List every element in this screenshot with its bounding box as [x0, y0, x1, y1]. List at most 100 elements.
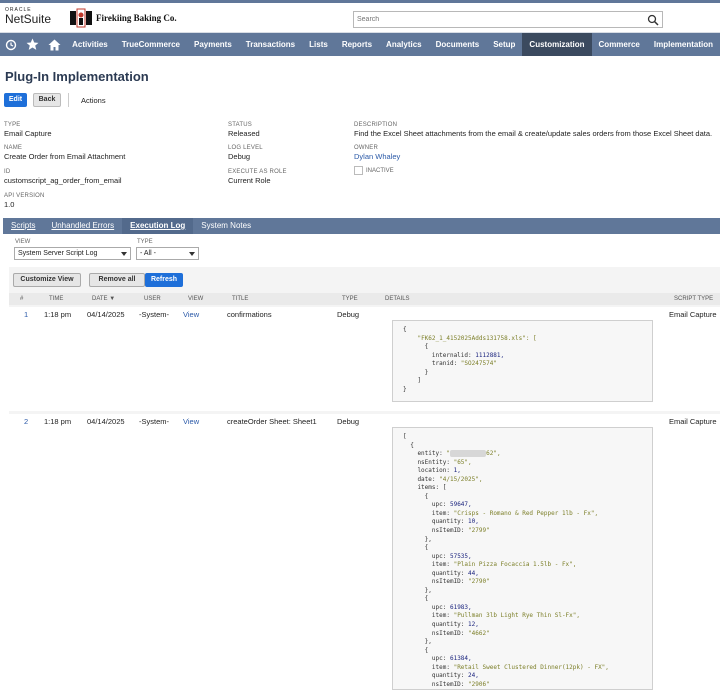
nav-transactions[interactable]: Transactions	[239, 33, 302, 56]
json-quantity: 10,	[468, 518, 479, 526]
owner-link[interactable]: Dylan Whaley	[354, 152, 400, 161]
main-nav: Activities TrueCommerce Payments Transac…	[0, 33, 720, 56]
json-quantity: 44,	[468, 569, 479, 577]
json-internalid: 1112881,	[475, 351, 505, 359]
remove-all-button[interactable]: Remove all	[89, 273, 145, 287]
row-view-link[interactable]: View	[183, 310, 199, 319]
field-owner-label: OWNER	[354, 145, 378, 151]
search-input[interactable]	[354, 12, 634, 27]
field-type-value: Email Capture	[4, 129, 52, 138]
json-nsitemid: "2790"	[468, 578, 490, 586]
nav-commerce[interactable]: Commerce	[592, 33, 647, 56]
json-entity-suffix: 62",	[486, 450, 501, 458]
json-tranid: "SO247574"	[460, 360, 497, 368]
inactive-label: INACTIVE	[366, 167, 394, 174]
col-title[interactable]: TITLE	[232, 296, 248, 302]
tab-unhandled-errors[interactable]: Unhandled Errors	[43, 218, 122, 234]
field-description: DESCRIPTION Find the Excel Sheet attachm…	[354, 122, 712, 138]
json-item: "Retail Sweet Clustered Dinner(12pk) - F…	[453, 663, 609, 671]
tab-system-notes-label: System Notes	[201, 221, 252, 230]
json-upc: 59647,	[449, 501, 472, 509]
field-name-value: Create Order from Email Attachment	[4, 152, 126, 161]
json-nsitemid: "4662"	[468, 629, 490, 637]
row-number: 1	[24, 310, 29, 319]
json-item: "Plain Pizza Focaccia 1.5lb - Fx",	[453, 561, 577, 569]
nav-truecommerce[interactable]: TrueCommerce	[115, 33, 187, 56]
type-filter-select[interactable]: - All -	[136, 247, 199, 260]
netsuite-logo[interactable]: ORACLE NetSuite	[5, 8, 51, 26]
row-script-type: Email Capture	[669, 310, 717, 319]
field-api-version-value: 1.0	[4, 200, 15, 209]
nav-reports[interactable]: Reports	[335, 33, 379, 56]
refresh-button[interactable]: Refresh	[145, 273, 183, 287]
edit-button[interactable]: Edit	[4, 93, 27, 107]
row-date: 04/14/2025	[87, 417, 125, 426]
field-owner: OWNER Dylan Whaley	[354, 145, 400, 161]
json-nsitemid: "2799"	[468, 527, 490, 535]
field-execute-as-role-label: EXECUTE AS ROLE	[228, 169, 287, 175]
row-user: -System-	[139, 417, 169, 426]
row-view-link[interactable]: View	[183, 417, 199, 426]
chevron-down-icon	[121, 252, 127, 256]
actions-menu[interactable]: Actions	[81, 96, 106, 105]
col-script-type[interactable]: SCRIPT TYPE	[674, 296, 713, 302]
customize-view-button[interactable]: Customize View	[13, 273, 81, 287]
nav-analytics[interactable]: Analytics	[379, 33, 429, 56]
field-id-label: ID	[4, 169, 11, 175]
tab-execution-log[interactable]: Execution Log	[122, 218, 194, 234]
view-filter-value: System Server Script Log	[18, 250, 98, 257]
company-logo[interactable]: Firekiing Baking Co.	[68, 8, 177, 28]
row-date: 04/14/2025	[87, 310, 125, 319]
nav-lists[interactable]: Lists	[302, 33, 335, 56]
log-table-header: # TIME DATE ▼ USER VIEW TITLE TYPE DETAI…	[9, 293, 720, 305]
nav-activities[interactable]: Activities	[65, 33, 115, 56]
nav-implementation[interactable]: Implementation	[647, 33, 720, 56]
field-api-version-label: API VERSION	[4, 193, 45, 199]
json-quantity: 12,	[468, 621, 479, 629]
nav-setup[interactable]: Setup	[486, 33, 522, 56]
view-filter-label: VIEW	[15, 239, 31, 245]
home-icon[interactable]	[43, 33, 65, 56]
json-upc: 61983,	[449, 603, 472, 611]
field-type-label: TYPE	[4, 122, 21, 128]
json-date: "4/15/2025",	[439, 475, 483, 483]
nav-customization[interactable]: Customization	[522, 33, 592, 56]
header: ORACLE NetSuite Firekiing Baking Co.	[0, 3, 720, 33]
tab-system-notes[interactable]: System Notes	[193, 218, 259, 234]
col-date[interactable]: DATE ▼	[92, 296, 115, 302]
field-log-level-label: LOG LEVEL	[228, 145, 263, 151]
row-number: 2	[24, 417, 29, 426]
row-title: confirmations	[227, 310, 272, 319]
log-details-json: [ { entity: "xxxxxxxxxx62", nsEntity: "6…	[392, 427, 653, 690]
nav-payments[interactable]: Payments	[187, 33, 239, 56]
json-upc: 57535,	[449, 552, 472, 560]
tab-execution-log-label: Execution Log	[130, 221, 186, 230]
row-script-type: Email Capture	[669, 417, 717, 426]
field-status: STATUS Released	[228, 122, 260, 138]
field-status-label: STATUS	[228, 122, 252, 128]
global-search[interactable]	[353, 11, 663, 28]
toolbar-divider	[68, 93, 69, 107]
col-view: VIEW	[188, 296, 204, 302]
field-log-level: LOG LEVEL Debug	[228, 145, 263, 161]
company-emblem-icon	[70, 8, 92, 28]
field-status-value: Released	[228, 129, 260, 138]
back-button[interactable]: Back	[33, 93, 61, 107]
json-nsentity: "65",	[453, 458, 472, 466]
search-icon[interactable]	[647, 14, 659, 26]
tab-scripts[interactable]: Scripts	[3, 218, 43, 234]
nav-documents[interactable]: Documents	[429, 33, 487, 56]
field-log-level-value: Debug	[228, 152, 251, 161]
col-type[interactable]: TYPE	[342, 296, 358, 302]
row-user: -System-	[139, 310, 169, 319]
json-nsitemid: "2906"	[468, 680, 490, 688]
row-time: 1:18 pm	[44, 310, 72, 319]
view-filter-select[interactable]: System Server Script Log	[14, 247, 131, 260]
col-user[interactable]: USER	[144, 296, 161, 302]
recent-records-icon[interactable]	[0, 33, 22, 56]
inactive-checkbox[interactable]	[354, 166, 363, 176]
table-row: 1 1:18 pm 04/14/2025 -System- View confi…	[9, 307, 720, 411]
field-id-value: customscript_ag_order_from_email	[4, 176, 122, 185]
field-execute-as-role: EXECUTE AS ROLE Current Role	[228, 169, 287, 185]
star-icon[interactable]	[22, 33, 44, 56]
